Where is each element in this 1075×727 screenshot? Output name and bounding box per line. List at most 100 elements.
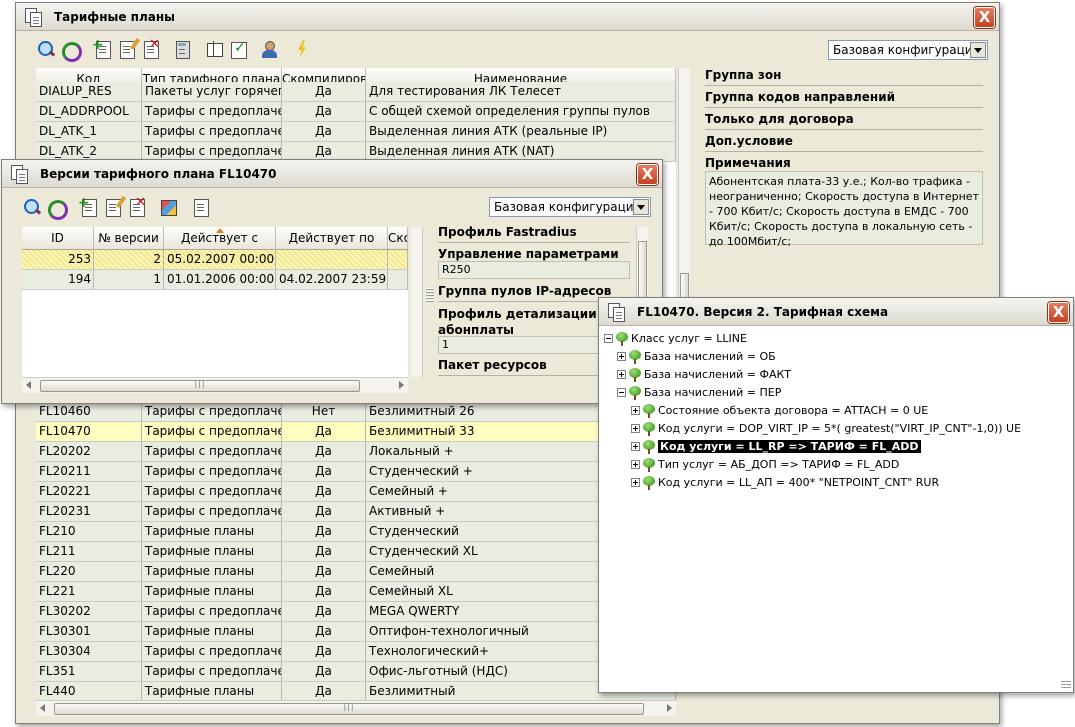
table-row[interactable]: FL10460Тарифы с предоплачениНетБезлимитн…: [36, 402, 676, 422]
delete-document-icon[interactable]: ✕: [126, 196, 146, 217]
column-header-valid-to[interactable]: Действует по: [276, 227, 388, 249]
resize-grip[interactable]: [1061, 680, 1071, 690]
search-icon[interactable]: [36, 39, 56, 59]
refresh-icon[interactable]: [60, 39, 82, 62]
versions-config-select[interactable]: Базовая конфигурация: [489, 197, 651, 217]
tree-node[interactable]: Тип услуг = АБ_ДОП => ТАРИФ = FL_ADD: [631, 456, 899, 473]
tree-node-icon: [615, 331, 629, 346]
document-icon[interactable]: [190, 197, 210, 217]
cell-compiled: Да: [282, 422, 366, 441]
contract-only-label: Только для договора: [705, 109, 983, 130]
scroll-thumb[interactable]: [40, 380, 360, 392]
table-row[interactable]: DL_ATK_1Тарифы с предоплачениДаВыделенна…: [36, 122, 676, 142]
refresh-icon[interactable]: [46, 197, 68, 220]
table-row[interactable]: FL30301 Тарифные планы Да Оптифон-технологи…: [36, 622, 676, 642]
table-row[interactable]: FL20202Тарифы с предоплачениДаЛокальный …: [36, 442, 676, 462]
table-row[interactable]: DL_ADDRPOOLТарифы с предоплачениДаС обще…: [36, 102, 676, 122]
table-row[interactable]: FL30304Тарифы с предоплачениДаТехнологич…: [36, 642, 676, 662]
close-button[interactable]: X: [637, 164, 658, 185]
edit-document-icon[interactable]: [102, 195, 127, 217]
table-row[interactable]: 194 1 01.01.2006 00:00:0 04.02.2007 23:59:5: [22, 270, 408, 290]
expand-icon[interactable]: [631, 406, 640, 415]
tree-node-selected[interactable]: Код услуги = LL_RP => ТАРИФ = FL_ADD: [631, 438, 921, 455]
main-titlebar[interactable]: Тарифные планы X: [16, 3, 999, 31]
expand-icon[interactable]: [617, 352, 626, 361]
chevron-down-icon[interactable]: [970, 42, 986, 58]
splitter-handle[interactable]: [426, 288, 434, 302]
close-button[interactable]: X: [974, 7, 995, 28]
table-row[interactable]: DIALUP_RESПакеты услуг горячего сДаДля т…: [36, 82, 676, 102]
sort-asc-icon: [215, 228, 224, 233]
expand-icon[interactable]: [617, 370, 626, 379]
scroll-thumb[interactable]: [638, 241, 647, 301]
column-header-version[interactable]: № версии: [94, 227, 164, 249]
cell-compiled: Да: [282, 562, 366, 581]
table-row[interactable]: FL220 Тарифные планы Да Семейный: [36, 562, 676, 582]
config-select[interactable]: Базовая конфигурация: [828, 40, 988, 60]
collapse-icon[interactable]: [604, 334, 613, 343]
column-header-speed[interactable]: Ско: [388, 227, 408, 249]
tree-node[interactable]: Состояние объекта договора = ATTACH = 0 …: [631, 402, 928, 419]
cell-type: Тарифы с предоплачени: [142, 102, 282, 121]
cell-code: FL351: [36, 662, 142, 681]
window-icon: [607, 302, 627, 322]
tree-node[interactable]: База начислений = ПЕР: [617, 384, 781, 401]
scheme-titlebar[interactable]: FL10470. Версия 2. Тарифная схема X: [599, 298, 1073, 326]
cell-code: FL20211: [36, 462, 142, 481]
expand-icon[interactable]: [631, 460, 640, 469]
cell-compiled: Да: [282, 582, 366, 601]
expand-icon[interactable]: [631, 442, 640, 451]
check-document-icon[interactable]: [228, 39, 248, 59]
scroll-thumb[interactable]: [54, 703, 644, 715]
table-row[interactable]: FL20211Тарифы с предоплачениДаСтуденческ…: [36, 462, 676, 482]
notes-field[interactable]: Абонентская плата-33 у.е.; Кол-во трафик…: [705, 171, 983, 248]
main-horizontal-scrollbar[interactable]: [36, 700, 676, 716]
table-row[interactable]: FL211 Тарифные планы Да Студенческий XL: [36, 542, 676, 562]
table-row[interactable]: FL351Тарифы с предоплачениДаОфис-льготны…: [36, 662, 676, 682]
scroll-right-icon[interactable]: [399, 381, 404, 389]
add-document-icon[interactable]: +: [92, 38, 112, 59]
column-header-id[interactable]: ID: [22, 227, 94, 249]
table-row[interactable]: FL20221Тарифы с предоплачениДаСемейный +: [36, 482, 676, 502]
tree-node-icon: [628, 349, 642, 364]
fastradius-profile-label: Профиль Fastradius: [438, 222, 630, 243]
versions-table: ID № версии Действует с Действует по Ско…: [22, 227, 408, 377]
versions-vertical-scrollbar[interactable]: [411, 227, 423, 377]
tree-node[interactable]: Код услуги = LL_АП = 400* "NETPOINT_CNT"…: [631, 474, 939, 491]
table-row[interactable]: FL440 Тарифные планы Да Безлимитный: [36, 682, 676, 702]
table-row[interactable]: FL210 Тарифные планы Да Студенческий: [36, 522, 676, 542]
cube-icon[interactable]: [158, 197, 178, 217]
scroll-right-icon[interactable]: [667, 704, 672, 712]
versions-titlebar[interactable]: Версии тарифного плана FL10470 X: [2, 160, 662, 188]
cell-type: Тарифы с предоплачени: [142, 642, 282, 661]
param-control-field[interactable]: R250: [438, 261, 630, 279]
versions-horizontal-scrollbar[interactable]: [22, 377, 408, 393]
table-row-selected[interactable]: 253 2 05.02.2007 00:00:0: [22, 250, 408, 270]
table-row[interactable]: FL221 Тарифные планы Да Семейный XL: [36, 582, 676, 602]
lightning-icon[interactable]: [292, 39, 312, 59]
delete-document-icon[interactable]: ✕: [140, 38, 160, 59]
chevron-down-icon[interactable]: [633, 199, 649, 215]
tree-node[interactable]: База начислений = ФАКТ: [617, 366, 791, 383]
user-icon[interactable]: [260, 39, 280, 59]
close-button[interactable]: X: [1048, 302, 1069, 323]
tree-icon[interactable]: [204, 39, 224, 59]
tree-node[interactable]: База начислений = ОБ: [617, 348, 776, 365]
expand-icon[interactable]: [631, 478, 640, 487]
table-row[interactable]: FL20231Тарифы с предоплачениДаАктивный +: [36, 502, 676, 522]
column-header-valid-from[interactable]: Действует с: [164, 227, 276, 249]
table-row[interactable]: FL30202Тарифы с предоплачениДаMEGA QWERT…: [36, 602, 676, 622]
scroll-left-icon[interactable]: [26, 381, 31, 389]
edit-document-icon[interactable]: [116, 37, 141, 59]
calculator-icon[interactable]: [172, 39, 192, 59]
add-document-icon[interactable]: +: [78, 196, 98, 217]
tree-node[interactable]: Класс услуг = LLINE: [604, 330, 747, 347]
cell-code: FL221: [36, 582, 142, 601]
expand-icon[interactable]: [631, 424, 640, 433]
search-icon[interactable]: [22, 197, 42, 217]
scroll-left-icon[interactable]: [40, 704, 45, 712]
collapse-icon[interactable]: [617, 388, 626, 397]
direction-codes-group-label: Группа кодов направлений: [705, 87, 983, 108]
table-row-selected[interactable]: FL10470Тарифы с предоплачениДаБезлимитны…: [36, 422, 676, 442]
tree-node[interactable]: Код услуги = DOP_VIRT_IP = 5*( greatest(…: [631, 420, 1021, 437]
